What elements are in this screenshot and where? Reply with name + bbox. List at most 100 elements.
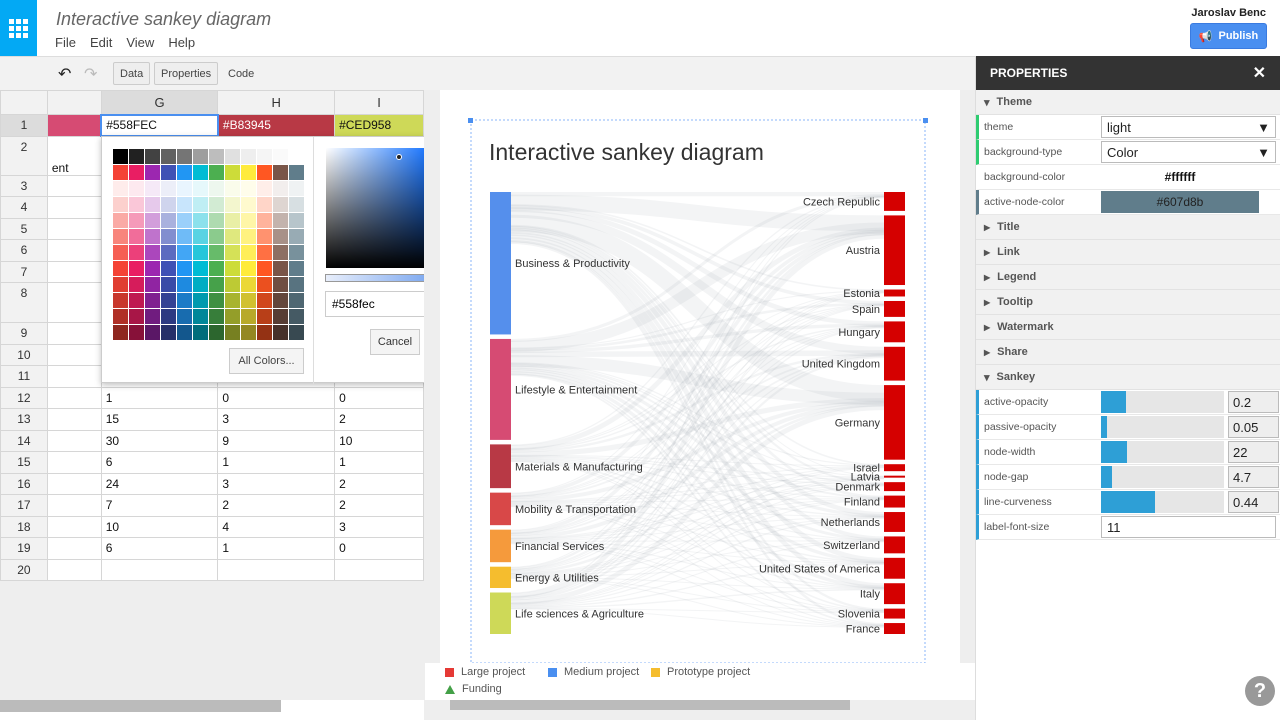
row-header[interactable]: 9 [0, 322, 48, 345]
row-header[interactable]: 7 [0, 260, 48, 283]
cell[interactable]: 15 [100, 408, 219, 431]
cell[interactable] [46, 282, 102, 323]
sankey-source-node[interactable] [490, 529, 511, 563]
sankey-target-node[interactable] [884, 300, 905, 317]
color-swatch[interactable] [209, 261, 224, 276]
color-swatch[interactable] [113, 149, 128, 164]
row-header[interactable]: 13 [0, 408, 48, 431]
color-swatch[interactable] [177, 325, 192, 340]
color-swatch[interactable] [129, 245, 144, 260]
color-swatch[interactable] [209, 245, 224, 260]
color-swatch[interactable] [225, 261, 240, 276]
cell[interactable]: 10 [100, 515, 219, 538]
cell[interactable] [46, 196, 102, 219]
color-swatch[interactable] [289, 229, 304, 244]
color-swatch[interactable] [241, 213, 256, 228]
color-swatch[interactable] [273, 181, 288, 196]
sankey-source-node[interactable] [490, 444, 511, 489]
node-width-slider[interactable] [1101, 441, 1224, 463]
color-swatch[interactable] [161, 181, 176, 196]
color-swatch[interactable] [241, 197, 256, 212]
color-swatch[interactable] [209, 293, 224, 308]
color-swatch[interactable] [193, 261, 208, 276]
color-swatch[interactable] [161, 229, 176, 244]
cell[interactable]: 2 [334, 494, 424, 517]
color-swatch[interactable] [193, 165, 208, 180]
color-swatch[interactable] [177, 277, 192, 292]
color-swatch[interactable] [145, 309, 160, 324]
cell[interactable] [46, 472, 102, 495]
color-swatch[interactable] [193, 197, 208, 212]
cell[interactable] [46, 239, 102, 262]
section-watermark[interactable]: ▶ Watermark [976, 315, 1280, 340]
section-tooltip[interactable]: ▶ Tooltip [976, 290, 1280, 315]
color-swatch[interactable] [113, 165, 128, 180]
color-swatch[interactable] [161, 261, 176, 276]
sankey-target-node[interactable] [884, 482, 905, 492]
cell[interactable]: 2 [334, 408, 424, 431]
sankey-target-node[interactable] [884, 321, 905, 343]
color-swatch[interactable] [257, 149, 272, 164]
code-tab[interactable]: Code [222, 62, 260, 85]
color-swatch[interactable] [193, 293, 208, 308]
cell[interactable]: 3 [334, 515, 424, 538]
color-swatch[interactable] [145, 181, 160, 196]
section-sankey[interactable]: ▾ Sankey [976, 365, 1280, 390]
cell[interactable]: 30 [100, 429, 219, 452]
row-header[interactable]: 11 [0, 365, 48, 388]
color-swatch[interactable] [193, 309, 208, 324]
color-swatch[interactable] [129, 277, 144, 292]
sankey-target-node[interactable] [884, 583, 905, 605]
cell[interactable]: 6 [100, 451, 219, 474]
sankey-target-node[interactable] [884, 475, 905, 478]
cell[interactable]: 3 [217, 472, 336, 495]
cell[interactable] [46, 365, 102, 388]
line-curveness-slider[interactable] [1101, 491, 1224, 513]
color-swatch[interactable] [273, 229, 288, 244]
active-node-color-swatch[interactable]: #607d8b [1101, 191, 1259, 213]
cell[interactable]: 0 [334, 386, 424, 409]
color-swatch[interactable] [289, 149, 304, 164]
color-swatch[interactable] [161, 309, 176, 324]
cancel-button[interactable]: Cancel [370, 329, 420, 355]
color-swatch[interactable] [193, 325, 208, 340]
color-swatch[interactable] [241, 165, 256, 180]
color-swatch[interactable] [225, 149, 240, 164]
color-swatch[interactable] [225, 197, 240, 212]
color-swatch[interactable] [289, 293, 304, 308]
color-swatch[interactable] [241, 149, 256, 164]
cell[interactable] [46, 343, 102, 366]
node-gap-slider[interactable] [1101, 466, 1224, 488]
node-width-input[interactable]: 22 [1228, 441, 1279, 463]
color-swatch[interactable] [209, 277, 224, 292]
color-swatch[interactable] [257, 229, 272, 244]
row-header[interactable]: 6 [0, 239, 48, 262]
cell[interactable]: #558FEC [100, 113, 219, 137]
sankey-target-node[interactable] [884, 512, 905, 532]
color-swatch[interactable] [273, 197, 288, 212]
grid-horizontal-scrollbar[interactable] [0, 700, 281, 712]
color-swatch[interactable] [225, 309, 240, 324]
color-swatch[interactable] [161, 165, 176, 180]
redo-icon[interactable]: ↷ [78, 62, 103, 85]
color-swatch[interactable] [273, 309, 288, 324]
color-swatch[interactable] [129, 197, 144, 212]
color-swatch[interactable] [113, 325, 128, 340]
color-swatch[interactable] [225, 325, 240, 340]
section-link[interactable]: ▶ Link [976, 240, 1280, 265]
color-swatch[interactable] [257, 197, 272, 212]
sankey-target-node[interactable] [884, 346, 905, 381]
color-swatch[interactable] [129, 229, 144, 244]
row-header[interactable]: 20 [0, 558, 48, 581]
chart-horizontal-scrollbar[interactable] [436, 700, 1001, 712]
color-swatch[interactable] [193, 229, 208, 244]
cell[interactable] [100, 558, 219, 581]
cell[interactable]: #B83945 [217, 114, 336, 137]
legend-item[interactable]: Medium project [548, 666, 639, 678]
color-swatch[interactable] [225, 165, 240, 180]
color-swatch[interactable] [209, 325, 224, 340]
color-swatch[interactable] [129, 293, 144, 308]
row-header[interactable]: 5 [0, 217, 48, 240]
color-swatch[interactable] [161, 277, 176, 292]
color-swatch[interactable] [193, 245, 208, 260]
